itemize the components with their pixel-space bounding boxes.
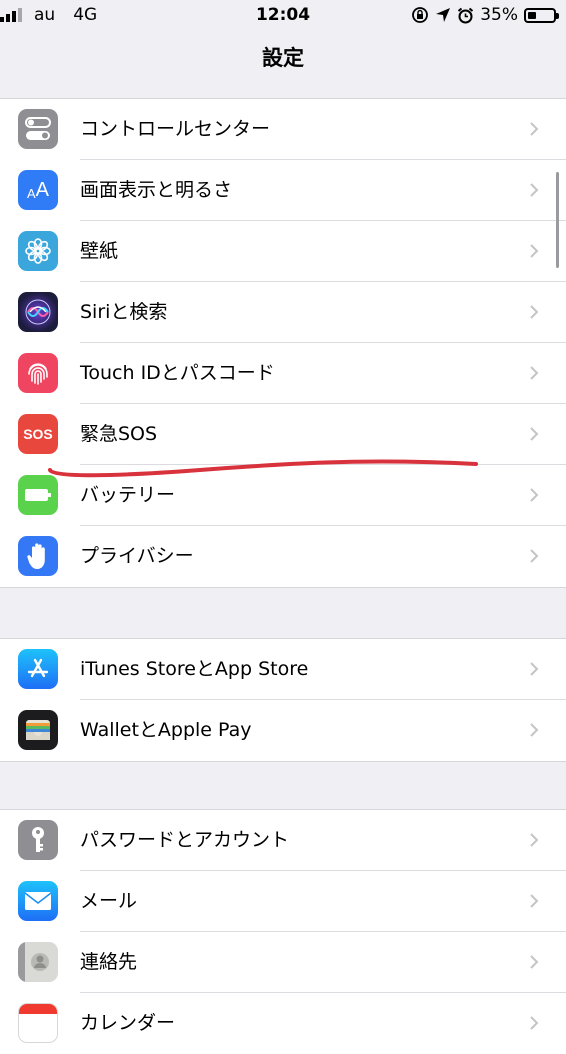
- row-label: メール: [80, 890, 138, 912]
- settings-row-wallpaper[interactable]: 壁紙: [0, 221, 566, 282]
- row-label: Siriと検索: [80, 301, 168, 323]
- chevron-right-icon: [530, 894, 539, 908]
- calendar-icon: [18, 1003, 58, 1043]
- display-brightness-icon: AA: [18, 170, 58, 210]
- status-right: 35%: [411, 5, 559, 25]
- key-icon: [18, 820, 58, 860]
- sos-icon: SOS: [18, 414, 58, 454]
- row-label: プライバシー: [80, 545, 194, 567]
- chevron-right-icon: [530, 1016, 539, 1030]
- settings-row-itunes-app-store[interactable]: iTunes StoreとApp Store: [0, 639, 566, 700]
- row-label: 画面表示と明るさ: [80, 179, 233, 201]
- settings-row-wallet-apple-pay[interactable]: WalletとApple Pay: [0, 700, 566, 761]
- settings-row-battery[interactable]: バッテリー: [0, 465, 566, 526]
- wallpaper-icon: [18, 231, 58, 271]
- contacts-icon: [18, 942, 58, 982]
- scroll-indicator[interactable]: [556, 172, 559, 268]
- orientation-lock-icon: [412, 7, 429, 23]
- mail-icon: [18, 881, 58, 921]
- fingerprint-icon: [18, 353, 58, 393]
- chevron-right-icon: [530, 366, 539, 380]
- location-icon: [436, 8, 451, 22]
- row-label: 緊急SOS: [80, 423, 158, 445]
- wallet-icon: [18, 710, 58, 750]
- settings-row-privacy[interactable]: プライバシー: [0, 526, 566, 587]
- settings-row-mail[interactable]: メール: [0, 871, 566, 932]
- chevron-right-icon: [530, 723, 539, 737]
- chevron-right-icon: [530, 305, 539, 319]
- settings-row-siri-search[interactable]: Siriと検索: [0, 282, 566, 343]
- chevron-right-icon: [530, 244, 539, 258]
- settings-row-control-center[interactable]: コントロールセンター: [0, 99, 566, 160]
- siri-icon: [18, 292, 58, 332]
- app-store-icon: [18, 649, 58, 689]
- row-label: 壁紙: [80, 240, 119, 262]
- settings-group-1: コントロールセンター AA 画面表示と明るさ 壁紙 Siriと検索 Touch …: [0, 98, 566, 588]
- privacy-hand-icon: [18, 536, 58, 576]
- chevron-right-icon: [530, 549, 539, 563]
- settings-row-emergency-sos[interactable]: SOS 緊急SOS: [0, 404, 566, 465]
- sos-icon-text: SOS: [23, 426, 53, 442]
- chevron-right-icon: [530, 122, 539, 136]
- control-center-icon: [18, 109, 58, 149]
- chevron-right-icon: [530, 488, 539, 502]
- chevron-right-icon: [530, 183, 539, 197]
- battery-percent: 35%: [480, 5, 518, 25]
- battery-fill: [528, 11, 537, 19]
- row-label: 連絡先: [80, 951, 138, 973]
- row-label: WalletとApple Pay: [80, 719, 252, 741]
- row-label: コントロールセンター: [80, 118, 271, 140]
- row-label: Touch IDとパスコード: [80, 362, 275, 384]
- chevron-right-icon: [530, 662, 539, 676]
- settings-row-contacts[interactable]: 連絡先: [0, 932, 566, 993]
- status-bar: au 4G 12:04 35%: [0, 0, 566, 32]
- page-title: 設定: [262, 46, 304, 70]
- row-label: バッテリー: [80, 484, 176, 506]
- battery-icon: [18, 475, 58, 515]
- settings-group-3: パスワードとアカウント メール 連絡先 カレンダー: [0, 809, 566, 1054]
- chevron-right-icon: [530, 427, 539, 441]
- settings-row-passwords-accounts[interactable]: パスワードとアカウント: [0, 810, 566, 871]
- row-label: iTunes StoreとApp Store: [80, 658, 309, 680]
- settings-row-touch-id[interactable]: Touch IDとパスコード: [0, 343, 566, 404]
- chevron-right-icon: [530, 833, 539, 847]
- battery-status-icon: [524, 7, 559, 23]
- settings-group-2: iTunes StoreとApp Store WalletとApple Pay: [0, 638, 566, 762]
- settings-row-display-brightness[interactable]: AA 画面表示と明るさ: [0, 160, 566, 221]
- row-label: パスワードとアカウント: [80, 829, 290, 851]
- chevron-right-icon: [530, 955, 539, 969]
- alarm-icon: [458, 7, 474, 23]
- nav-bar: 設定: [0, 32, 566, 88]
